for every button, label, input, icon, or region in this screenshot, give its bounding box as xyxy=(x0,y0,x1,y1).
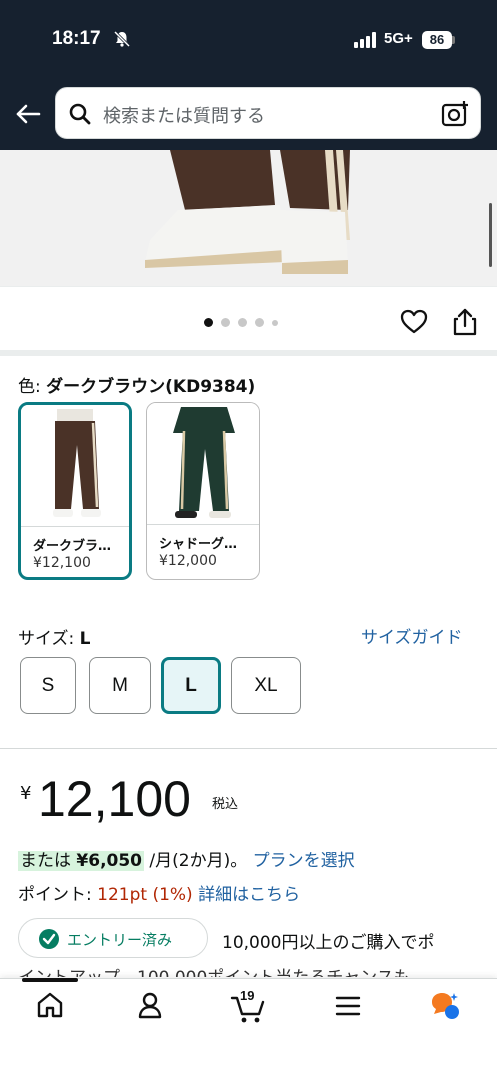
points-details-link[interactable]: 詳細はこちら xyxy=(198,885,300,905)
selected-color-name: ダークブラウン(KD9384) xyxy=(46,377,256,397)
size-option-s[interactable]: S xyxy=(20,657,76,714)
size-guide-link[interactable]: サイズガイド xyxy=(361,623,463,648)
heart-icon[interactable] xyxy=(400,308,428,336)
carousel-dots[interactable] xyxy=(204,318,278,327)
check-icon xyxy=(39,929,59,949)
installment-prefix: または xyxy=(20,851,77,871)
search-input[interactable]: 検索または質問する xyxy=(103,102,265,128)
rufus-assistant-icon[interactable] xyxy=(428,990,464,1024)
carousel-dot[interactable] xyxy=(238,318,247,327)
color-option-name: ダークブラ… xyxy=(33,539,112,554)
color-label: 色: ダークブラウン(KD9384) xyxy=(18,372,255,397)
status-time: 18:17 xyxy=(52,28,101,49)
mute-bell-icon xyxy=(113,30,131,48)
dark-brown-pants-photo xyxy=(53,409,101,517)
currency-symbol: ¥ xyxy=(20,783,32,804)
points-value: 121pt xyxy=(97,885,148,905)
price-amount: 12,100 xyxy=(38,771,191,827)
color-label-prefix: 色: xyxy=(18,377,47,397)
battery-tip xyxy=(452,36,455,44)
cart-icon[interactable] xyxy=(230,990,266,1024)
account-icon[interactable] xyxy=(136,990,164,1020)
divider xyxy=(0,748,497,749)
carousel-dot[interactable] xyxy=(221,318,230,327)
tax-label: 税込 xyxy=(212,797,239,812)
color-option-price: ¥12,000 xyxy=(159,553,217,569)
share-icon[interactable] xyxy=(452,308,478,336)
points-row: ポイント: 121pt (1%) 詳細はこちら xyxy=(18,880,300,905)
select-plan-link[interactable]: プランを選択 xyxy=(253,851,355,871)
shadow-green-pants-photo xyxy=(173,407,235,518)
color-option-image xyxy=(21,405,129,527)
installment-suffix: /月(2か月)。 xyxy=(144,851,248,871)
product-photo xyxy=(145,150,350,274)
scroll-indicator xyxy=(489,203,492,267)
divider xyxy=(0,286,497,287)
promo-text: 10,000円以上のご購入でポ xyxy=(222,933,435,953)
points-label: ポイント: xyxy=(18,885,98,905)
entry-status-label: エントリー済み xyxy=(67,931,173,949)
color-option-price: ¥12,100 xyxy=(33,555,91,571)
product-image[interactable] xyxy=(0,150,497,286)
size-option-m[interactable]: M xyxy=(89,657,151,714)
points-percent: (1%) xyxy=(147,885,193,905)
carousel-dot[interactable] xyxy=(255,318,264,327)
color-option-dark-brown[interactable]: ダークブラ… ¥12,100 xyxy=(18,402,132,580)
active-tab-indicator xyxy=(22,978,78,982)
size-label: サイズ: L xyxy=(18,624,90,649)
network-type: 5G+ xyxy=(384,30,413,47)
installment-amount: ¥6,050 xyxy=(76,851,143,871)
back-arrow-icon[interactable] xyxy=(14,100,42,128)
size-option-l[interactable]: L xyxy=(161,657,221,714)
color-option-image xyxy=(147,403,259,525)
size-option-xl[interactable]: XL xyxy=(231,657,301,714)
size-label-prefix: サイズ: xyxy=(18,629,80,649)
color-option-shadow-green[interactable]: シャドーグ… ¥12,000 xyxy=(146,402,260,580)
carousel-dot[interactable] xyxy=(272,319,278,326)
signal-icon xyxy=(354,32,376,48)
home-icon[interactable] xyxy=(36,990,64,1020)
installment-highlight: または ¥6,050 xyxy=(18,851,145,871)
search-bar[interactable]: 検索または質問する xyxy=(55,87,481,139)
menu-icon[interactable] xyxy=(334,990,362,1020)
promo-text-continued: イントアップ 100,000ポイント当たるチャンスも xyxy=(18,963,411,977)
camera-search-icon[interactable] xyxy=(440,99,470,129)
selected-size: L xyxy=(79,629,91,649)
installment-row: または ¥6,050 /月(2か月)。 プランを選択 xyxy=(18,846,355,871)
search-icon xyxy=(69,103,91,125)
battery-level: 86 xyxy=(422,31,452,49)
carousel-dot[interactable] xyxy=(204,318,213,327)
color-option-name: シャドーグ… xyxy=(159,537,238,552)
section-divider xyxy=(0,350,497,356)
entry-status-badge[interactable]: エントリー済み xyxy=(18,918,208,958)
